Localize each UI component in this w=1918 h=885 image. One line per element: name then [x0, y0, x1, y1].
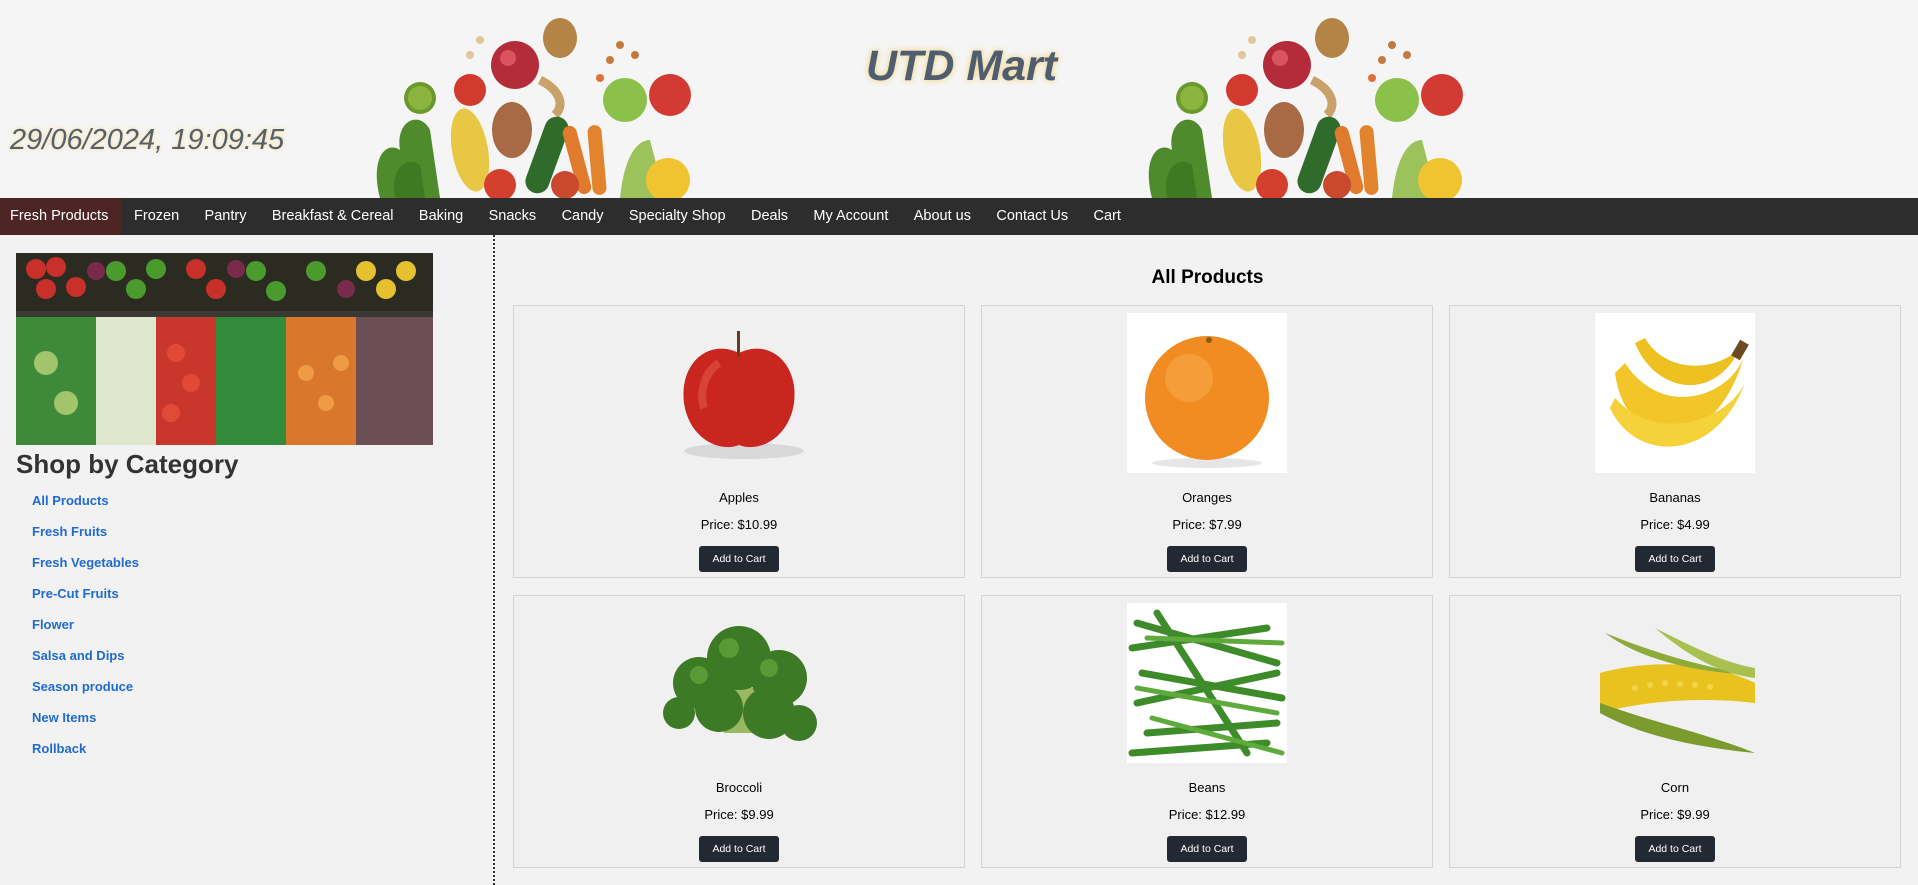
site-brand[interactable]: UTD Mart	[866, 42, 1057, 91]
product-price: Price: $10.99	[700, 517, 778, 532]
nav-item-contact-us[interactable]: Contact Us	[984, 198, 1081, 235]
apple-image	[683, 331, 804, 459]
beans-image	[1127, 603, 1287, 763]
produce-banner-image	[772, 0, 1544, 198]
nav-item-breakfast-cereal[interactable]: Breakfast & Cereal	[259, 198, 406, 235]
product-card: Oranges Price: $7.99 Add to Cart	[981, 305, 1433, 578]
product-name: Apples	[719, 490, 759, 505]
category-link-salsa-and-dips[interactable]: Salsa and Dips	[32, 648, 139, 679]
product-price: Price: $9.99	[1640, 807, 1710, 822]
main-nav: Fresh Products Frozen Pantry Breakfast &…	[0, 198, 1918, 235]
nav-item-specialty-shop[interactable]: Specialty Shop	[616, 198, 738, 235]
produce-banner-image	[0, 0, 772, 198]
product-price: Price: $12.99	[1168, 807, 1246, 822]
nav-item-deals[interactable]: Deals	[738, 198, 800, 235]
category-link-all-products[interactable]: All Products	[32, 493, 139, 524]
banana-image	[1595, 313, 1755, 473]
banner-background	[1544, 0, 1918, 198]
add-to-cart-button[interactable]: Add to Cart	[699, 546, 779, 572]
nav-item-fresh-products[interactable]: Fresh Products	[0, 198, 122, 235]
product-card: Beans Price: $12.99 Add to Cart	[981, 595, 1433, 868]
category-link-pre-cut-fruits[interactable]: Pre-Cut Fruits	[32, 586, 139, 617]
product-card: Corn Price: $9.99 Add to Cart	[1449, 595, 1901, 868]
product-name: Broccoli	[715, 780, 763, 795]
product-name: Beans	[1188, 780, 1226, 795]
nav-item-baking[interactable]: Baking	[406, 198, 476, 235]
site-header: 29/06/2024, 19:09:45 UTD Mart	[0, 0, 1918, 198]
nav-item-snacks[interactable]: Snacks	[476, 198, 549, 235]
nav-item-cart[interactable]: Cart	[1081, 198, 1134, 235]
current-datetime: 29/06/2024, 19:09:45	[10, 124, 285, 156]
product-card: Apples Price: $10.99 Add to Cart	[513, 305, 965, 578]
add-to-cart-button[interactable]: Add to Cart	[1635, 836, 1715, 862]
produce-shelf-image	[16, 253, 433, 445]
product-name: Oranges	[1182, 490, 1232, 505]
product-price: Price: $4.99	[1640, 517, 1710, 532]
orange-image	[1127, 313, 1287, 473]
category-sidebar: Shop by Category All Products Fresh Frui…	[0, 235, 495, 885]
nav-item-pantry[interactable]: Pantry	[192, 198, 259, 235]
nav-item-about-us[interactable]: About us	[901, 198, 984, 235]
product-card: Bananas Price: $4.99 Add to Cart	[1449, 305, 1901, 578]
nav-item-frozen[interactable]: Frozen	[121, 198, 192, 235]
category-link-fresh-fruits[interactable]: Fresh Fruits	[32, 524, 139, 555]
product-grid: Apples Price: $10.99 Add to Cart Oranges…	[513, 305, 1903, 868]
category-title: Shop by Category	[16, 449, 239, 479]
page-title: All Products	[1151, 267, 1264, 288]
product-card: Broccoli Price: $9.99 Add to Cart	[513, 595, 965, 868]
category-link-new-items[interactable]: New Items	[32, 710, 139, 741]
product-name: Bananas	[1649, 490, 1701, 505]
product-name: Corn	[1660, 780, 1690, 795]
product-price: Price: $7.99	[1172, 517, 1242, 532]
category-link-fresh-vegetables[interactable]: Fresh Vegetables	[32, 555, 139, 586]
corn-image	[1600, 628, 1755, 753]
category-link-rollback[interactable]: Rollback	[32, 741, 139, 772]
nav-item-my-account[interactable]: My Account	[801, 198, 901, 235]
add-to-cart-button[interactable]: Add to Cart	[1167, 836, 1247, 862]
add-to-cart-button[interactable]: Add to Cart	[699, 836, 779, 862]
nav-item-candy[interactable]: Candy	[549, 198, 616, 235]
product-price: Price: $9.99	[704, 807, 774, 822]
category-link-season-produce[interactable]: Season produce	[32, 679, 139, 710]
add-to-cart-button[interactable]: Add to Cart	[1167, 546, 1247, 572]
category-list: All Products Fresh Fruits Fresh Vegetabl…	[32, 493, 139, 772]
category-link-flower[interactable]: Flower	[32, 617, 139, 648]
add-to-cart-button[interactable]: Add to Cart	[1635, 546, 1715, 572]
broccoli-image	[663, 626, 817, 741]
